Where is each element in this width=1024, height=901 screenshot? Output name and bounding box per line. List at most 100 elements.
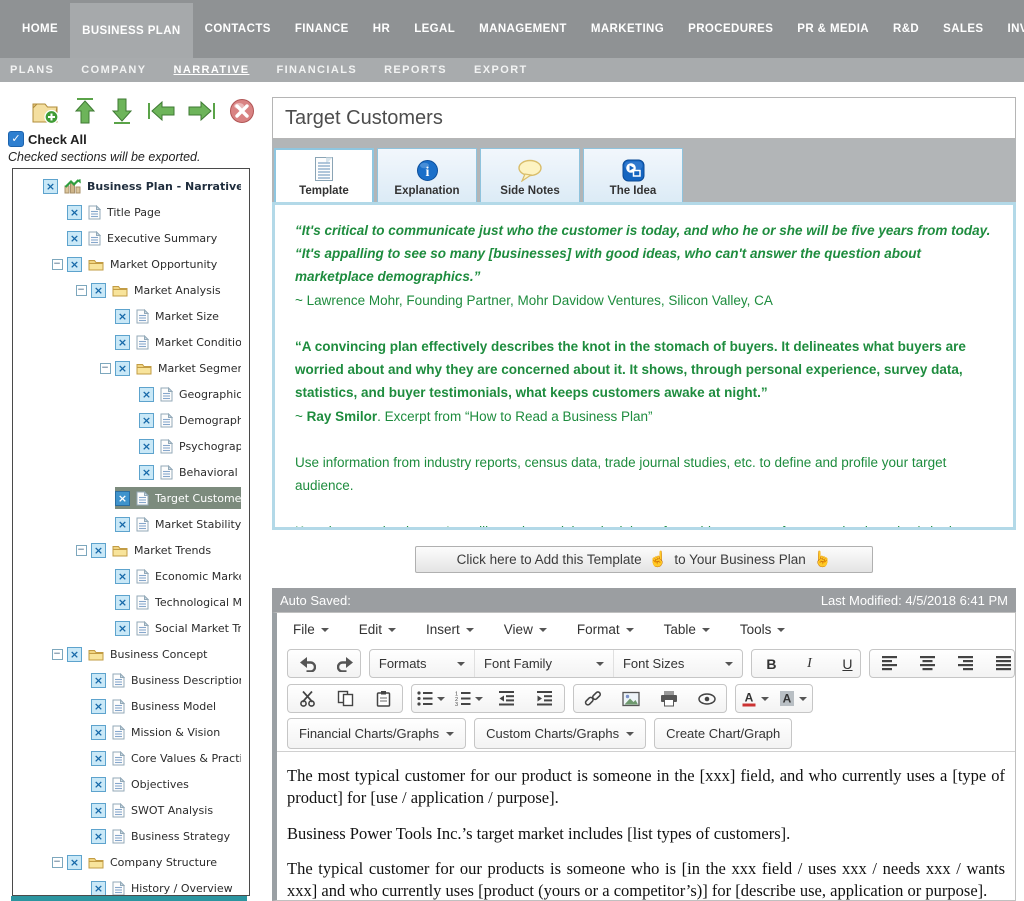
sub-nav-item-financials[interactable]: FINANCIALS (276, 64, 357, 76)
tree-item-history-overview[interactable]: × History / Overview (13, 875, 249, 895)
font-family-dropdown[interactable]: Font Family (474, 650, 613, 677)
section-checkbox[interactable]: × (115, 516, 130, 532)
tree-item-business-plan-narrative[interactable]: × Business Plan - Narrative (13, 173, 249, 199)
font-sizes-dropdown[interactable]: Font Sizes (612, 650, 743, 677)
tree-item-market-conditions[interactable]: × Market Conditions (13, 329, 249, 355)
collapse-icon[interactable]: − (75, 544, 87, 556)
top-nav-item-sales[interactable]: SALES (931, 0, 995, 58)
tree-item-demographic-segmentation[interactable]: × Demographic Segmentation (13, 407, 249, 433)
move-down-icon[interactable] (110, 97, 134, 125)
tab-explanation[interactable]: i Explanation (377, 148, 477, 202)
collapse-icon[interactable]: − (99, 362, 111, 374)
section-checkbox[interactable]: × (91, 880, 106, 895)
section-checkbox[interactable]: × (67, 854, 82, 870)
link-icon[interactable] (574, 685, 612, 712)
section-checkbox[interactable]: × (139, 438, 154, 454)
section-checkbox[interactable]: × (91, 776, 106, 792)
create-chart-button[interactable]: Create Chart/Graph (654, 718, 793, 749)
move-up-icon[interactable] (73, 97, 97, 125)
numbered-list-icon[interactable]: 1 2 3 (450, 685, 488, 712)
tree-item-market-stability[interactable]: × Market Stability (13, 511, 249, 537)
tree-item-target-customers[interactable]: × Target Customers (13, 485, 249, 511)
print-icon[interactable] (650, 685, 688, 712)
tree-item-market-trends[interactable]: − × Market Trends (13, 537, 249, 563)
table-menu[interactable]: Table (664, 622, 710, 637)
section-checkbox[interactable]: × (115, 308, 130, 324)
tree-item-objectives[interactable]: × Objectives (13, 771, 249, 797)
tree-item-economic-market-trends[interactable]: × Economic Market Trends (13, 563, 249, 589)
top-nav-item-hr[interactable]: HR (361, 0, 402, 58)
tree-item-psychographic-segmentation[interactable]: × Psychographic Segmentation (13, 433, 249, 459)
tree-item-executive-summary[interactable]: × Executive Summary (13, 225, 249, 251)
sub-nav-item-plans[interactable]: PLANS (10, 64, 54, 76)
top-nav-item-home[interactable]: HOME (10, 0, 70, 58)
paste-icon[interactable] (364, 685, 402, 712)
section-checkbox[interactable]: × (115, 620, 130, 636)
section-checkbox[interactable]: × (139, 386, 154, 402)
edit-menu[interactable]: Edit (359, 622, 397, 637)
tree-item-company-structure[interactable]: − × Company Structure (13, 849, 249, 875)
section-checkbox[interactable]: × (91, 724, 106, 740)
move-first-icon[interactable] (147, 99, 175, 123)
tree-item-market-analysis[interactable]: − × Market Analysis (13, 277, 249, 303)
top-nav-item-business-plan[interactable]: BUSINESS PLAN (70, 3, 193, 58)
section-checkbox[interactable]: × (139, 412, 154, 428)
top-nav-item-marketing[interactable]: MARKETING (579, 0, 676, 58)
tree-item-market-size[interactable]: × Market Size (13, 303, 249, 329)
tree-item-market-opportunity[interactable]: − × Market Opportunity (13, 251, 249, 277)
section-checkbox[interactable]: × (67, 230, 82, 246)
top-nav-item-management[interactable]: MANAGEMENT (467, 0, 579, 58)
copy-icon[interactable] (326, 685, 364, 712)
delete-section-icon[interactable] (229, 98, 255, 124)
custom-charts-dropdown[interactable]: Custom Charts/Graphs (474, 718, 647, 749)
top-nav-item-investor[interactable]: INVESTOR (995, 0, 1024, 58)
collapse-icon[interactable]: − (51, 648, 63, 660)
section-checkbox[interactable]: × (115, 334, 130, 350)
top-nav-item-pr-media[interactable]: PR & MEDIA (785, 0, 881, 58)
tree-item-swot-analysis[interactable]: × SWOT Analysis (13, 797, 249, 823)
add-template-button[interactable]: Click here to Add this Template ☝ to Your … (415, 545, 873, 573)
section-checkbox[interactable]: × (91, 282, 106, 298)
section-checkbox[interactable]: × (91, 672, 106, 688)
collapse-icon[interactable]: − (51, 856, 63, 868)
top-nav-item-r-d[interactable]: R&D (881, 0, 931, 58)
section-checkbox[interactable]: × (115, 594, 130, 610)
tree-item-business-concept[interactable]: − × Business Concept (13, 641, 249, 667)
bullet-list-icon[interactable] (412, 685, 450, 712)
tab-template[interactable]: Template (274, 148, 374, 202)
italic-button[interactable]: I (790, 650, 828, 677)
tab-side-notes[interactable]: Side Notes (480, 148, 580, 202)
section-checkbox[interactable]: × (91, 802, 106, 818)
image-icon[interactable] (612, 685, 650, 712)
tree-item-business-description[interactable]: × Business Description (13, 667, 249, 693)
formats-dropdown[interactable]: Formats (370, 650, 474, 677)
tree-item-technological-market-trends[interactable]: × Technological Market Trends (13, 589, 249, 615)
top-nav-item-contacts[interactable]: CONTACTS (193, 0, 283, 58)
align-left-icon[interactable] (870, 650, 908, 677)
insert-menu[interactable]: Insert (426, 622, 474, 637)
highlight-color-icon[interactable]: A (774, 685, 812, 712)
section-checkbox[interactable]: × (91, 698, 106, 714)
sub-nav-item-narrative[interactable]: NARRATIVE (174, 64, 250, 76)
section-checkbox[interactable]: × (67, 204, 82, 220)
section-checkbox[interactable]: × (115, 568, 130, 584)
tree-item-behavioral-segmentation[interactable]: × Behavioral Segmentation (13, 459, 249, 485)
check-all-checkbox[interactable]: ✓ (8, 131, 24, 147)
tree-item-title-page[interactable]: × Title Page (13, 199, 249, 225)
top-nav-item-procedures[interactable]: PROCEDURES (676, 0, 785, 58)
section-checkbox[interactable]: × (67, 646, 82, 662)
section-checkbox[interactable]: × (91, 750, 106, 766)
top-nav-item-legal[interactable]: LEGAL (402, 0, 467, 58)
align-right-icon[interactable] (946, 650, 984, 677)
underline-button[interactable]: U (828, 650, 860, 677)
tree-item-market-segments[interactable]: −× Market Segments (13, 355, 249, 381)
top-nav-item-finance[interactable]: FINANCE (283, 0, 361, 58)
section-checkbox[interactable]: × (91, 828, 106, 844)
tree-item-social-market-trends[interactable]: × Social Market Trends (13, 615, 249, 641)
outdent-icon[interactable] (488, 685, 526, 712)
tree-item-mission-vision[interactable]: × Mission & Vision (13, 719, 249, 745)
move-last-icon[interactable] (188, 99, 216, 123)
add-section-icon[interactable] (30, 97, 60, 125)
tree-item-geographic-segmentation[interactable]: × Geographic Segmentation (13, 381, 249, 407)
format-menu[interactable]: Format (577, 622, 634, 637)
